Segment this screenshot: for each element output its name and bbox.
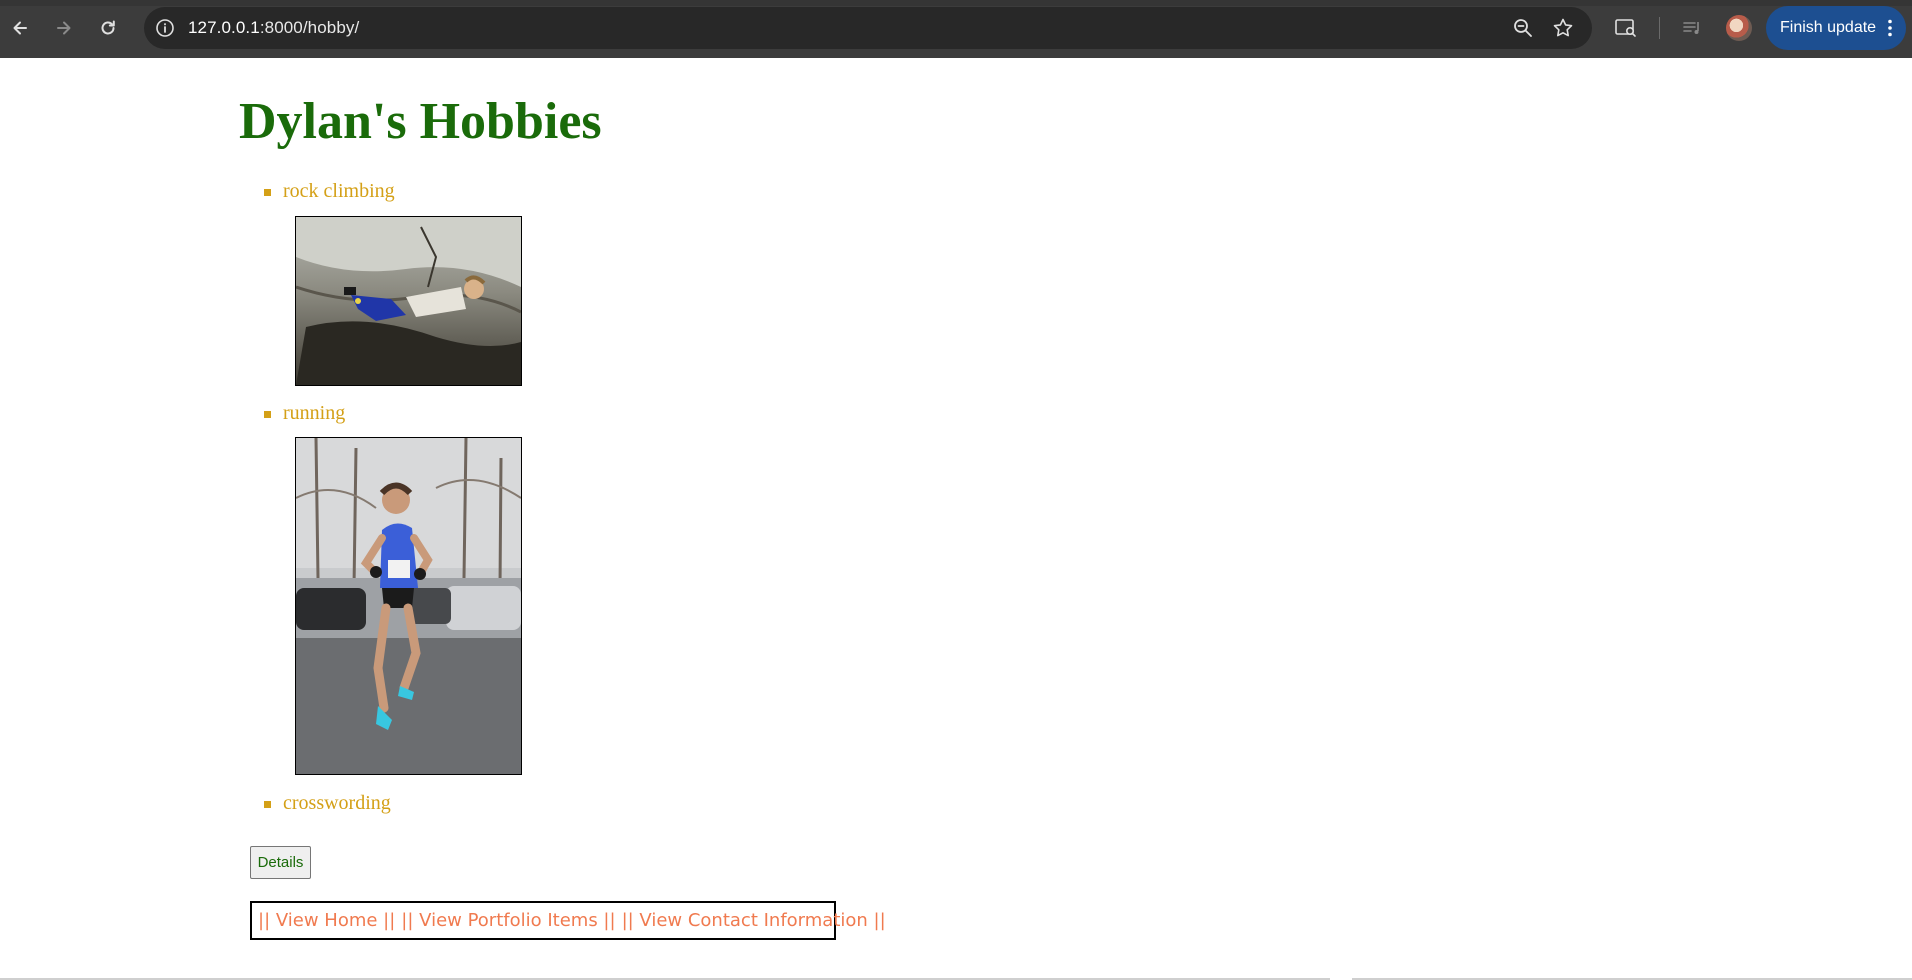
browser-toolbar: 127.0.0.1:8000/hobby/ Finish update — [0, 0, 1912, 58]
finish-update-button[interactable]: Finish update — [1766, 6, 1906, 50]
finish-update-label: Finish update — [1780, 19, 1877, 36]
url-host: 127.0.0.1 — [188, 18, 260, 37]
reload-icon[interactable] — [94, 14, 122, 42]
back-icon[interactable] — [6, 14, 34, 42]
running-image — [296, 438, 521, 774]
hobby-label-rock-climbing: rock climbing — [283, 180, 395, 202]
nav-link-home[interactable]: || View Home || — [258, 910, 395, 931]
window-frame — [0, 0, 1912, 6]
url-text[interactable]: 127.0.0.1:8000/hobby/ — [188, 18, 359, 38]
more-menu-icon[interactable] — [1888, 19, 1892, 37]
toolbar-divider — [1659, 17, 1660, 39]
nav-link-portfolio[interactable]: || View Portfolio Items || — [401, 910, 615, 931]
rock-climbing-image — [296, 217, 521, 385]
details-button[interactable]: Details — [250, 846, 311, 879]
hobby-label-crosswording: crosswording — [283, 792, 391, 814]
zoom-icon[interactable] — [1512, 17, 1534, 39]
address-bar[interactable]: 127.0.0.1:8000/hobby/ — [144, 7, 1592, 49]
list-bullet — [264, 801, 271, 808]
page-title: Dylan's Hobbies — [239, 93, 602, 150]
profile-avatar[interactable] — [1726, 15, 1752, 41]
page-content: Dylan's Hobbies rock climbing running cr… — [0, 58, 1912, 980]
bookmark-star-icon[interactable] — [1552, 17, 1574, 39]
nav-link-contact[interactable]: || View Contact Information || — [622, 910, 886, 931]
running-photo — [295, 437, 522, 775]
media-controls-icon[interactable] — [1680, 16, 1704, 40]
list-bullet — [264, 189, 271, 196]
hobby-label-running: running — [283, 402, 346, 424]
site-navigation: || View Home || || View Portfolio Items … — [250, 901, 886, 940]
url-path: :8000/hobby/ — [259, 18, 360, 37]
site-info-icon[interactable] — [154, 17, 176, 39]
rock-climbing-photo — [295, 216, 522, 386]
forward-icon[interactable] — [50, 14, 78, 42]
list-bullet — [264, 411, 271, 418]
tab-search-icon[interactable] — [1614, 16, 1638, 40]
